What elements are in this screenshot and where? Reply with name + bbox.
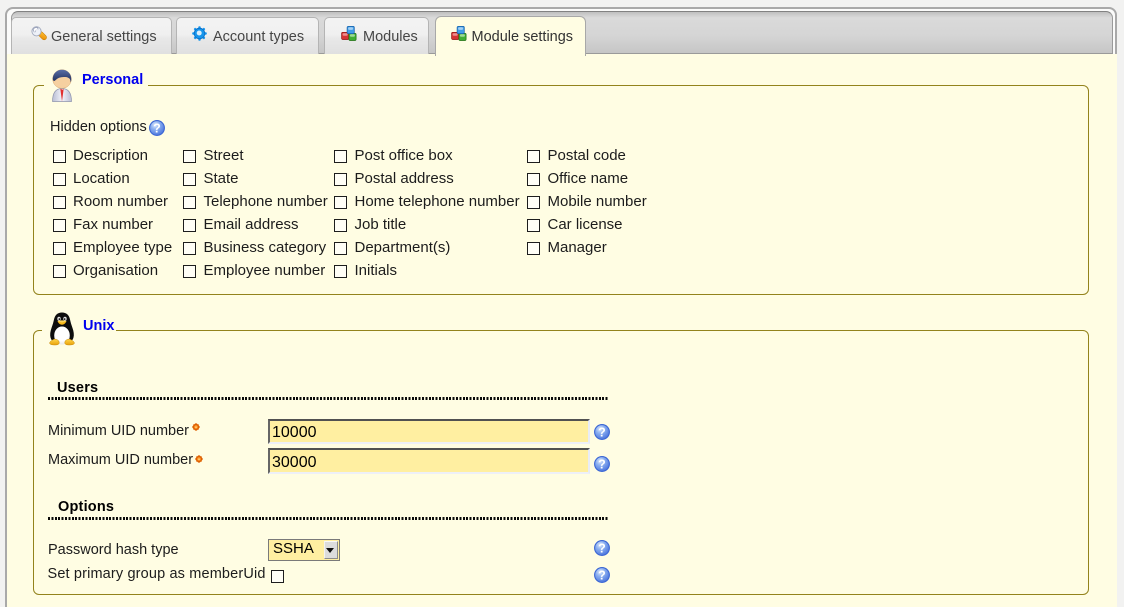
svg-text:?: ? [598,457,606,471]
svg-text:?: ? [598,569,606,583]
svg-text:?: ? [598,426,606,440]
svg-text:?: ? [153,121,161,135]
svg-text:?: ? [598,542,606,556]
